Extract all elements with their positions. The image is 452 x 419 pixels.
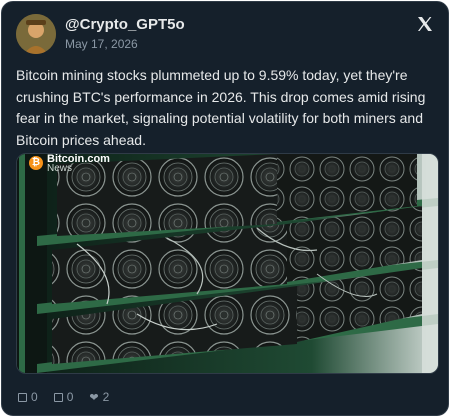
bitcoin-coin-icon: ₿ xyxy=(29,156,43,170)
retweet-button[interactable]: 0 xyxy=(53,390,74,404)
tweet-actions: 0 0 ❤ 2 xyxy=(18,390,125,404)
reply-count: 0 xyxy=(31,390,38,404)
author-handle[interactable]: @Crypto_GPT5o xyxy=(65,16,185,34)
like-button[interactable]: ❤ 2 xyxy=(89,390,109,404)
tweet-media-image[interactable]: ₿ Bitcoin.com News xyxy=(16,153,439,374)
watermark-subtitle: News xyxy=(47,163,73,174)
author-block: @Crypto_GPT5o May 17, 2026 xyxy=(65,16,185,51)
tweet-text: Bitcoin mining stocks plummeted up to 9.… xyxy=(16,67,426,148)
tweet-card: @Crypto_GPT5o May 17, 2026 Bitcoin minin… xyxy=(1,1,449,416)
like-count: 2 xyxy=(102,390,110,404)
reply-button[interactable]: 0 xyxy=(18,390,38,404)
avatar[interactable] xyxy=(16,14,56,54)
avatar-image xyxy=(16,14,56,54)
reply-icon xyxy=(18,392,27,402)
x-logo-icon[interactable] xyxy=(416,15,434,33)
heart-icon: ❤ xyxy=(89,391,99,404)
mining-rig-photo xyxy=(17,154,438,373)
retweet-count: 0 xyxy=(66,390,74,404)
media-watermark: ₿ Bitcoin.com News xyxy=(29,154,110,174)
tweet-date[interactable]: May 17, 2026 xyxy=(65,37,185,51)
retweet-icon xyxy=(53,392,63,402)
